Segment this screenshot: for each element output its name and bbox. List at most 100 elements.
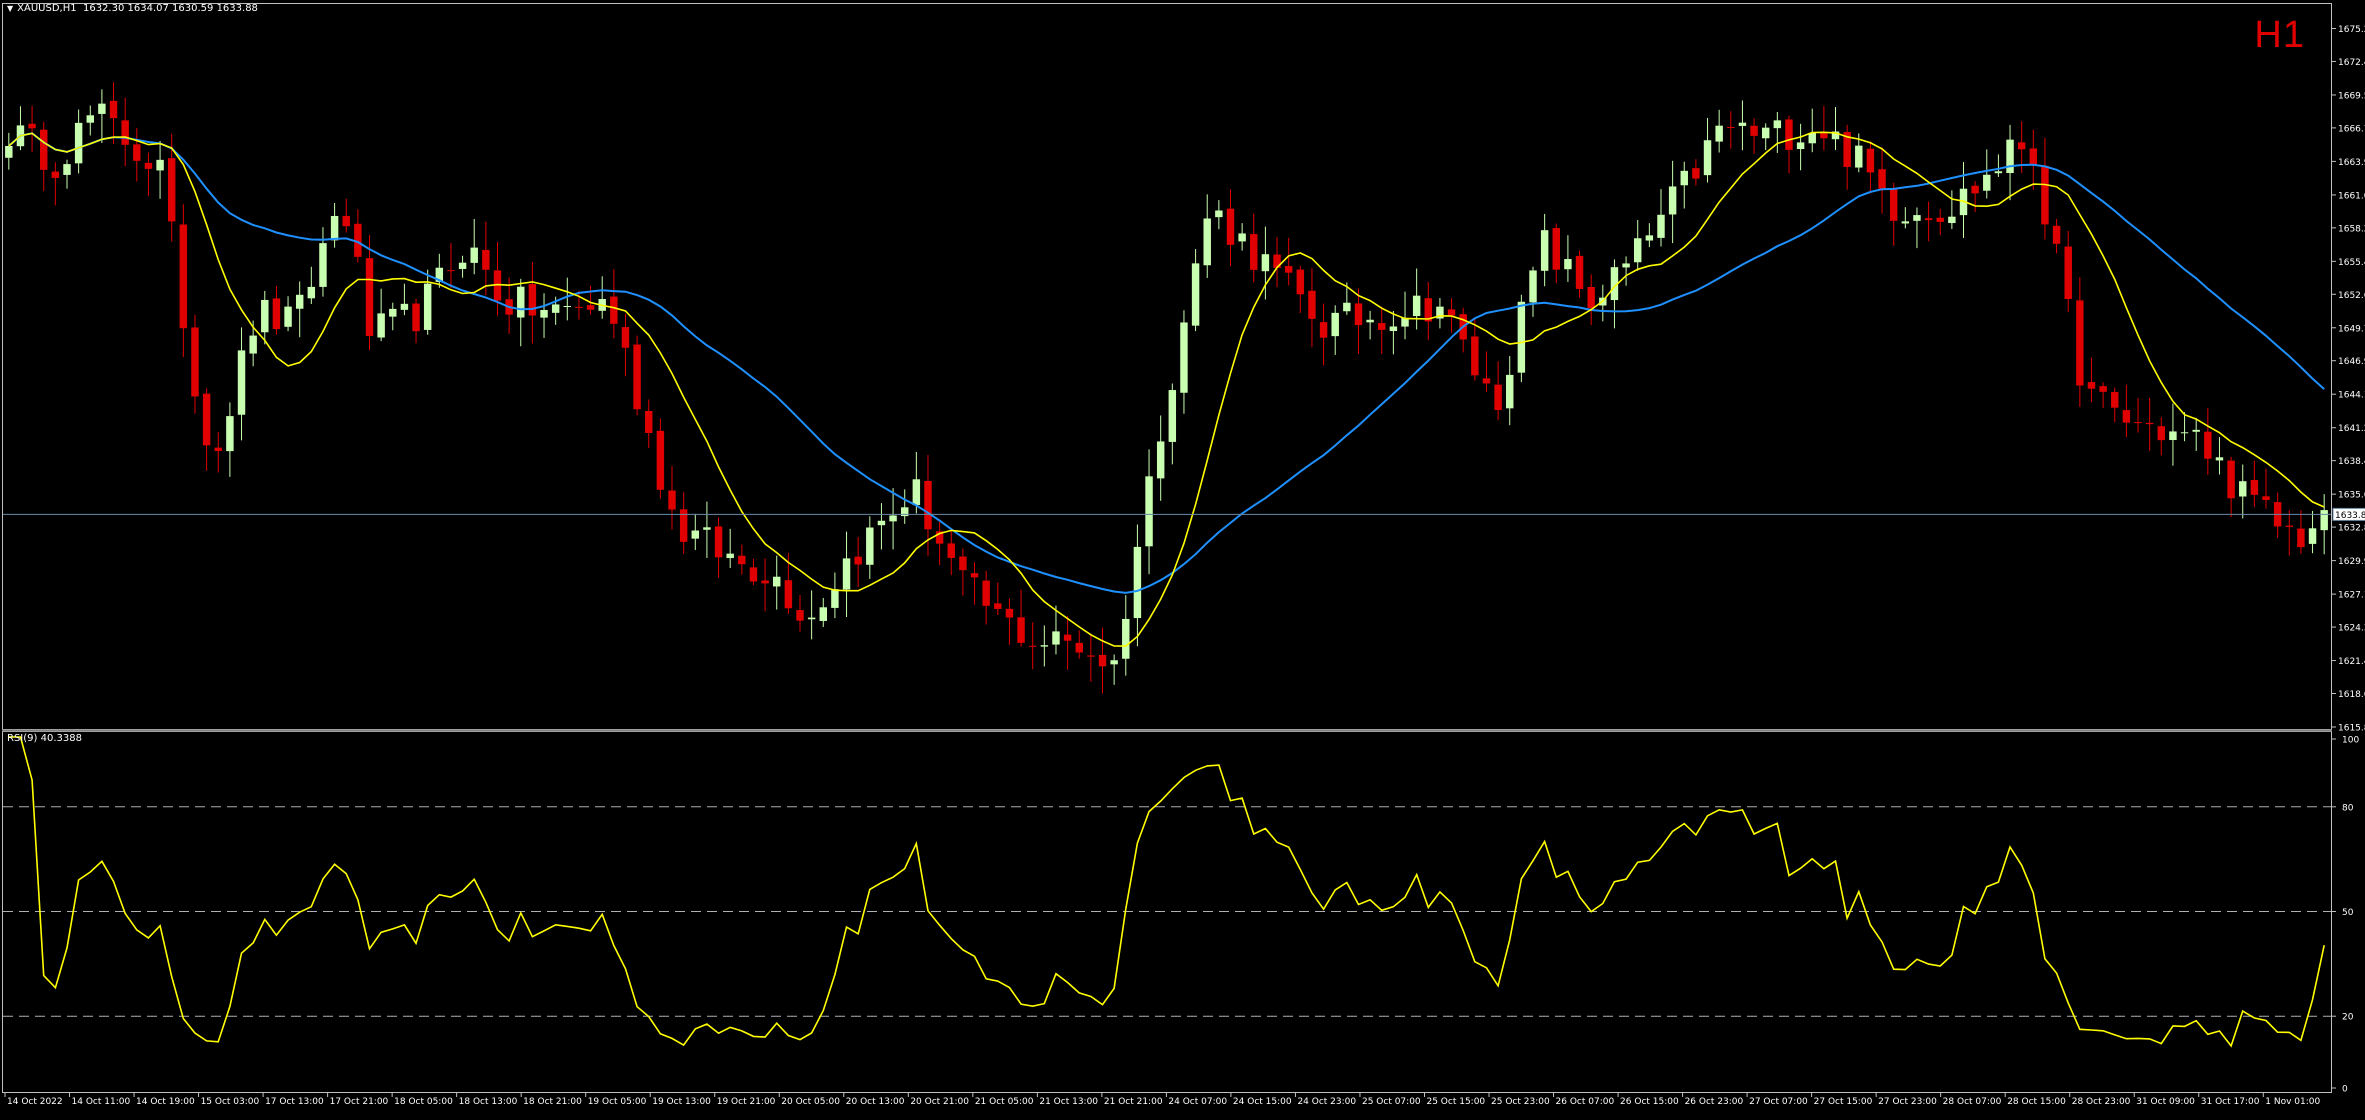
candle-body [2099, 386, 2107, 392]
candle-body [2320, 510, 2328, 531]
time-tick-label: 28 Oct 23:00 [2072, 1097, 2131, 1107]
time-tick-label: 27 Oct 15:00 [1814, 1097, 1873, 1107]
candle-body [1098, 654, 1107, 667]
price-tick-label: 1644.10 [2338, 391, 2365, 401]
candle-body [1668, 186, 1677, 215]
candle-body [1331, 312, 1339, 337]
time-tick-label: 21 Oct 13:00 [1039, 1097, 1098, 1107]
candle-body [1319, 322, 1328, 338]
candle-body [447, 270, 455, 272]
price-tick-label: 1675.20 [2338, 25, 2365, 35]
candle-body [1133, 546, 1142, 619]
candle-body [703, 527, 711, 530]
candle-body [1855, 145, 1863, 168]
price-tick-label: 1632.80 [2338, 524, 2365, 534]
candle-body [1866, 148, 1875, 173]
candle-body [842, 558, 851, 590]
collapse-triangle-icon[interactable]: ▼ [7, 4, 13, 13]
candle-body [2180, 432, 2189, 434]
rsi-levels [3, 806, 2331, 1017]
symbol-header: ▼ XAUUSD,H1 1632.30 1634.07 1630.59 1633.… [7, 3, 258, 14]
candle-body [2064, 246, 2072, 300]
bid-price-label: 1633.88 [2335, 511, 2365, 521]
candle-body [1261, 254, 1270, 272]
candle-body [2052, 225, 2061, 244]
candle-body [295, 294, 304, 309]
candle-body [342, 215, 350, 227]
candle-body [784, 580, 793, 609]
candle-body [1471, 336, 1479, 376]
candle-body [1308, 290, 1316, 319]
candle-body [924, 480, 932, 530]
price-tick-label: 1658.25 [2338, 224, 2365, 234]
price-tick-label: 1672.40 [2338, 58, 2365, 68]
time-tick-label: 20 Oct 05:00 [781, 1097, 840, 1107]
price-tick-label: 1661.05 [2338, 191, 2365, 201]
price-tick-label: 1652.60 [2338, 291, 2365, 301]
candle-body [1680, 170, 1688, 186]
candle-body [1587, 286, 1595, 309]
price-axis: 1675.20 1672.40 1669.55 1666.75 1663.90 1661.… [2332, 25, 2365, 734]
candle-body [1284, 266, 1293, 273]
candle-body [1761, 127, 1770, 139]
candle-body [2122, 410, 2131, 423]
candle-body [1052, 631, 1060, 645]
candle-body [1389, 326, 1398, 332]
candle-body [1971, 185, 1979, 194]
candle-body [2145, 422, 2154, 425]
time-tick-label: 18 Oct 21:00 [523, 1097, 582, 1107]
candle-body [1296, 269, 1305, 295]
candle-body [2006, 139, 2014, 174]
candle-body [1378, 323, 1386, 330]
candle-body [1226, 208, 1235, 245]
candle-body [330, 215, 339, 241]
time-tick-label: 26 Oct 15:00 [1620, 1097, 1679, 1107]
candle-body [1994, 171, 2003, 174]
chart-frames [2, 3, 2332, 1093]
candle-body [1238, 233, 1246, 242]
candle-body [2204, 431, 2212, 459]
price-tick-label: 1629.95 [2338, 557, 2365, 567]
candle-body [365, 258, 374, 336]
candle-body [912, 479, 921, 506]
candle-body [1366, 319, 1374, 323]
price-tick-label: 1646.95 [2338, 357, 2365, 367]
price-tick-label: 1655.40 [2338, 258, 2365, 268]
candle-body [796, 610, 804, 621]
candle-body [854, 556, 862, 565]
price-tick-label: 1649.75 [2338, 324, 2365, 334]
candle-body [1156, 441, 1165, 479]
time-tick-label: 25 Oct 15:00 [1426, 1097, 1485, 1107]
chart-window[interactable]: 1675.20 1672.40 1669.55 1666.75 1663.90 1661.… [0, 0, 2365, 1116]
timeframe-badge: H1 [2254, 14, 2305, 56]
price-tick-label: 1627.10 [2338, 591, 2365, 601]
candle-body [1552, 228, 1560, 270]
candle-body [98, 103, 106, 114]
candle-body [284, 306, 292, 327]
moving-averages [8, 131, 2325, 647]
candle-body [1203, 218, 1211, 266]
candle-body [691, 530, 700, 539]
candle-body [1901, 221, 1910, 224]
time-tick-label: 21 Oct 05:00 [975, 1097, 1034, 1107]
candle-body [1122, 618, 1130, 659]
candle-body [1738, 122, 1747, 126]
candle-body [970, 573, 979, 578]
candle-body [668, 490, 676, 510]
candle-body [1250, 234, 1258, 270]
price-chart[interactable]: 1675.20 1672.40 1669.55 1666.75 1663.90 1661.… [0, 0, 2365, 1116]
candle-body [2192, 429, 2200, 432]
candle-body [377, 313, 385, 338]
candle-body [540, 309, 548, 318]
fast-moving-average [8, 131, 2325, 647]
candle-body [1703, 140, 1712, 176]
candle-body [1110, 660, 1118, 665]
candle-body [2250, 479, 2259, 495]
time-tick-label: 17 Oct 21:00 [330, 1097, 389, 1107]
candle-body [586, 305, 595, 310]
candle-body [621, 327, 630, 348]
price-tick-label: 1638.45 [2338, 457, 2365, 467]
candle-body [272, 298, 281, 330]
price-tick-label: 1669.55 [2338, 91, 2365, 101]
rsi-indicator-label: RSI(9) 40.3388 [7, 733, 82, 744]
